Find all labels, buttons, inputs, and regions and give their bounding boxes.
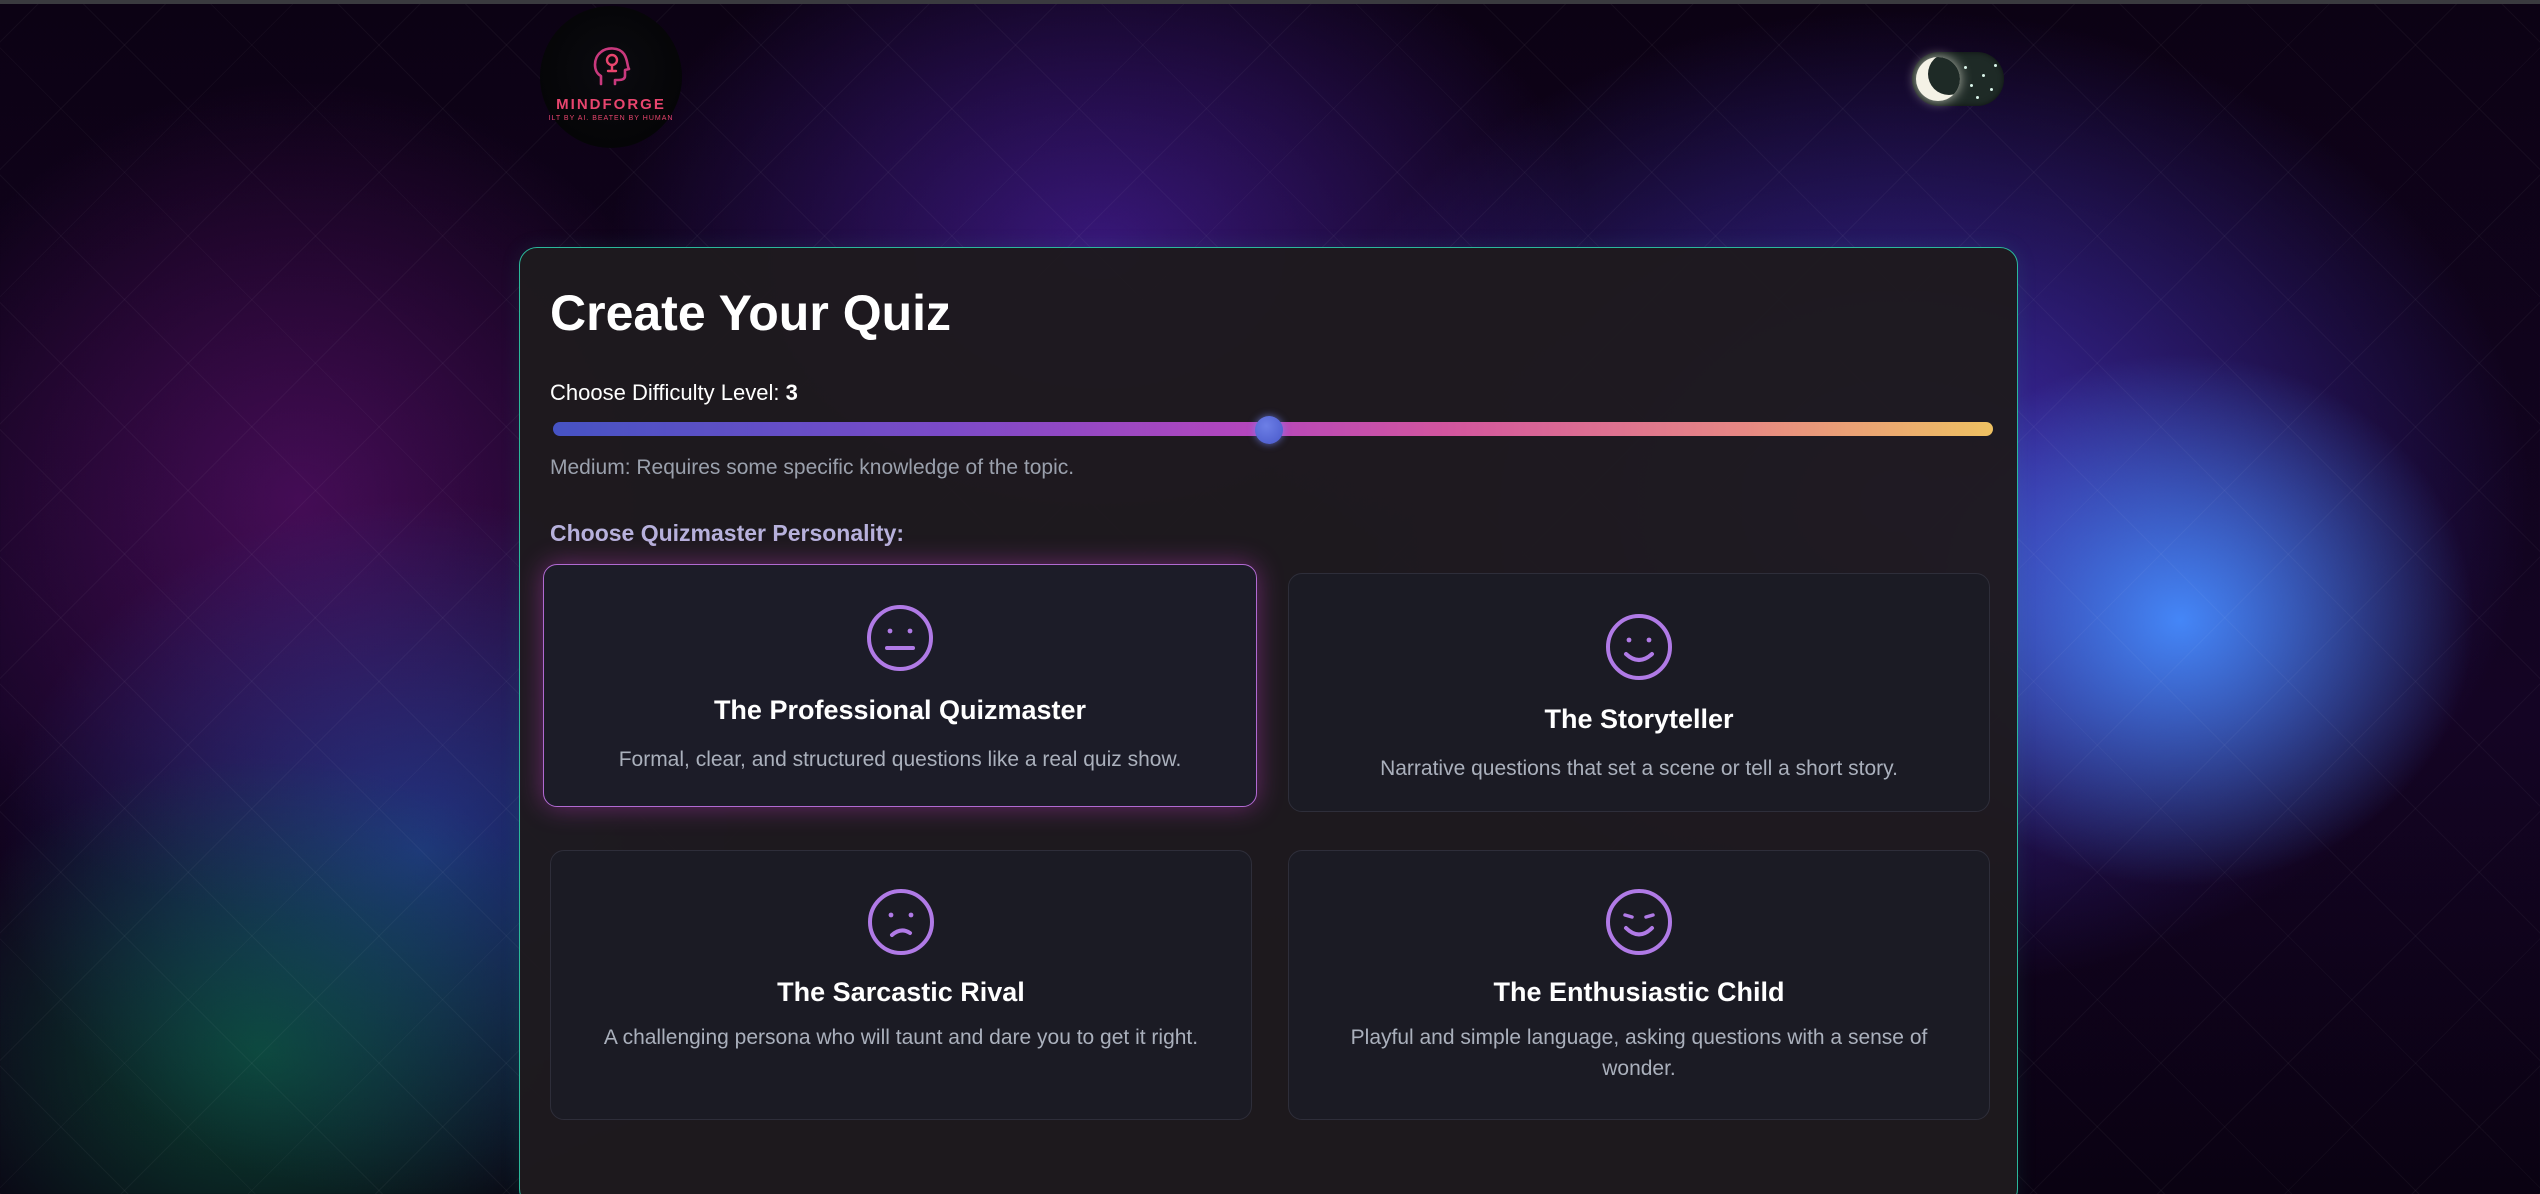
star-icon <box>1990 88 1993 91</box>
brand-tagline: ILT BY AI. BEATEN BY HUMAN <box>548 115 674 122</box>
star-icon <box>1970 84 1973 87</box>
page-title: Create Your Quiz <box>550 285 952 341</box>
brain-head-icon <box>593 47 631 86</box>
brand-name: MINDFORGE <box>556 96 666 113</box>
brand-logo[interactable]: MINDFORGE ILT BY AI. BEATEN BY HUMAN <box>540 6 682 148</box>
personality-description: Playful and simple language, asking ques… <box>1350 1026 1928 1080</box>
personality-card-enthusiastic[interactable]: The Enthusiastic Child Playful and simpl… <box>1288 850 1990 1120</box>
personality-description: Narrative questions that set a scene or … <box>1380 757 1898 780</box>
difficulty-label-text: Choose Difficulty Level: <box>550 380 786 405</box>
personality-card-professional[interactable]: The Professional Quizmaster Formal, clea… <box>543 564 1257 807</box>
personality-title: The Storyteller <box>1544 704 1734 734</box>
star-icon <box>1982 74 1985 77</box>
happy-face-icon <box>1606 889 1672 955</box>
neutral-face-icon <box>867 605 933 671</box>
window-top-border <box>0 0 2540 4</box>
moon-icon <box>1916 57 1960 101</box>
difficulty-label: Choose Difficulty Level: 3 <box>550 380 798 406</box>
personality-title: The Enthusiastic Child <box>1493 977 1785 1007</box>
personality-title: The Professional Quizmaster <box>713 695 1087 725</box>
personality-card-sarcastic[interactable]: The Sarcastic Rival A challenging person… <box>550 850 1252 1120</box>
star-icon <box>1964 66 1967 69</box>
difficulty-description: Medium: Requires some specific knowledge… <box>550 456 1075 479</box>
create-quiz-panel: Create Your Quiz Choose Difficulty Level… <box>519 247 2018 1194</box>
star-icon <box>1994 64 1997 67</box>
personality-description: A challenging persona who will taunt and… <box>603 1026 1199 1049</box>
personality-label: Choose Quizmaster Personality: <box>550 520 905 546</box>
star-icon <box>1976 96 1979 99</box>
personality-card-storyteller[interactable]: The Storyteller Narrative questions that… <box>1288 573 1990 812</box>
personality-title: The Sarcastic Rival <box>777 977 1025 1007</box>
theme-toggle[interactable] <box>1912 52 2004 106</box>
smirk-face-icon <box>868 889 934 955</box>
difficulty-value: 3 <box>785 380 798 405</box>
difficulty-slider-thumb[interactable] <box>1255 416 1283 444</box>
smile-face-icon <box>1606 614 1672 680</box>
personality-description: Formal, clear, and structured questions … <box>618 748 1182 771</box>
